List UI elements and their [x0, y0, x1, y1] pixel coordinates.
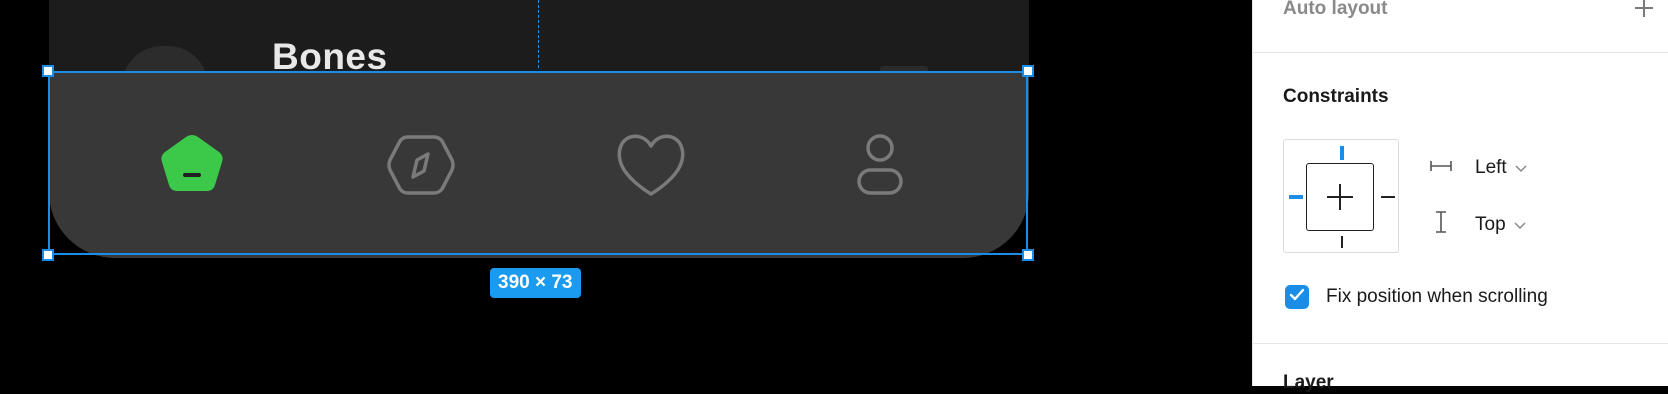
layer-title: Layer — [1283, 372, 1334, 393]
home-pentagon-icon — [159, 133, 225, 197]
tab-explore[interactable] — [386, 130, 456, 200]
vertical-constraint-value: Top — [1475, 214, 1506, 235]
compass-icon — [386, 132, 456, 198]
fix-position-label: Fix position when scrolling — [1326, 286, 1548, 307]
plus-icon — [1633, 0, 1655, 26]
resize-handle-bottom-left[interactable] — [42, 249, 54, 261]
horizontal-constraint-value: Left — [1475, 157, 1507, 178]
tab-home[interactable] — [157, 130, 227, 200]
tab-favorites[interactable] — [616, 130, 686, 200]
vertical-constraint-dropdown[interactable]: Top — [1429, 210, 1526, 240]
design-canvas[interactable]: Bones 390 × 73 — [0, 0, 1252, 386]
resize-handle-bottom-right[interactable] — [1022, 249, 1034, 261]
tab-profile[interactable] — [845, 130, 915, 200]
constraint-top-toggle[interactable] — [1340, 146, 1344, 160]
add-auto-layout-button[interactable] — [1629, 0, 1659, 27]
resize-handle-top-left[interactable] — [42, 65, 54, 77]
fix-position-row[interactable]: Fix position when scrolling — [1285, 284, 1548, 310]
layout-guide-line — [538, 0, 539, 68]
auto-layout-title: Auto layout — [1283, 0, 1388, 19]
center-cross-icon — [1327, 184, 1353, 210]
chevron-down-icon — [1515, 157, 1527, 179]
section-divider — [1253, 52, 1668, 53]
constraint-left-toggle[interactable] — [1289, 195, 1303, 199]
vertical-constraint-icon — [1429, 210, 1453, 240]
profile-icon — [850, 132, 910, 198]
horizontal-constraint-icon — [1429, 157, 1453, 179]
properties-panel: Auto layout Constraints Left Top Fix pos… — [1252, 0, 1668, 393]
constraint-right-toggle[interactable] — [1381, 196, 1395, 198]
resize-handle-top-right[interactable] — [1022, 65, 1034, 77]
constraints-widget — [1283, 139, 1399, 253]
selection-size-label: 390 × 73 — [490, 268, 581, 298]
constraints-title: Constraints — [1283, 86, 1389, 107]
constraint-bottom-toggle[interactable] — [1341, 236, 1343, 248]
tab-bar[interactable] — [49, 72, 1029, 258]
heart-icon — [616, 132, 686, 198]
section-divider — [1253, 343, 1668, 344]
screen-title: Bones — [272, 38, 388, 72]
constraints-frame — [1306, 163, 1374, 231]
horizontal-constraint-dropdown[interactable]: Left — [1429, 153, 1527, 183]
checkmark-icon — [1289, 288, 1305, 307]
fix-position-checkbox[interactable] — [1285, 285, 1309, 309]
chevron-down-icon — [1514, 214, 1526, 236]
